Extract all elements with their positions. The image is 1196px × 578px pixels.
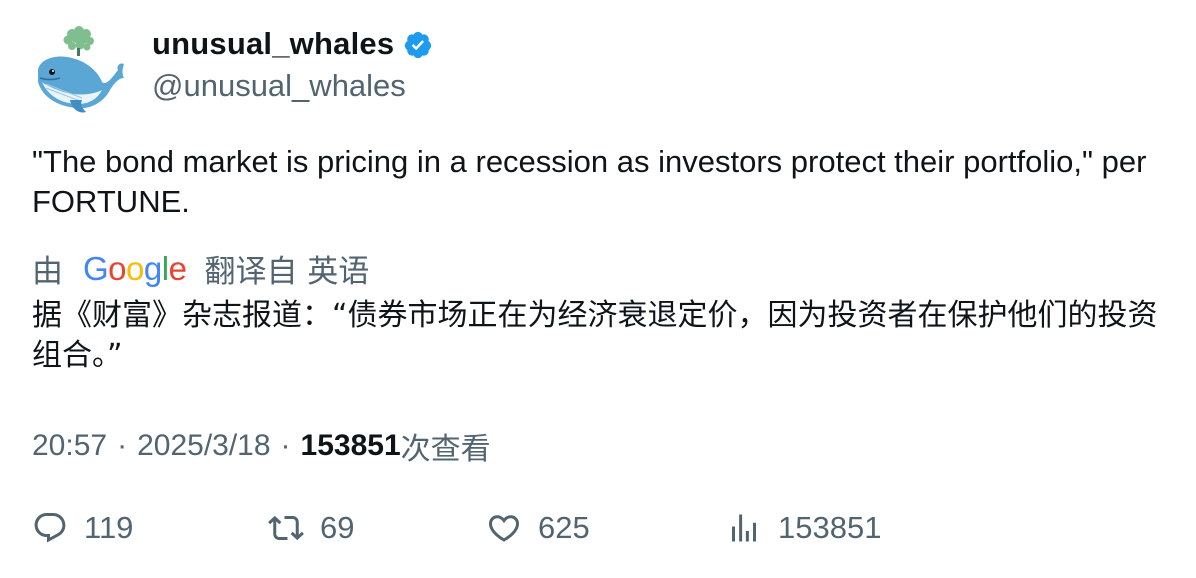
retweet-button[interactable]: 69: [268, 510, 354, 546]
like-button[interactable]: 625: [486, 510, 590, 546]
translation-suffix: 翻译自 英语: [204, 254, 370, 290]
like-count: 625: [538, 510, 590, 545]
views-count: 153851: [300, 429, 401, 462]
tweet-header: unusual_whales @unusual_whales: [32, 24, 433, 120]
author-names: unusual_whales @unusual_whales: [152, 26, 433, 104]
action-bar: 119 69 625 153851: [32, 510, 1172, 554]
retweet-icon: [268, 515, 304, 541]
google-logo: Google: [83, 249, 187, 287]
author-handle[interactable]: @unusual_whales: [152, 68, 433, 104]
verified-badge-icon: [405, 31, 432, 59]
tweet-time[interactable]: 20:57: [32, 429, 107, 463]
retweet-count: 69: [320, 510, 355, 545]
views-icon: [732, 514, 756, 542]
tweet-date[interactable]: 2025/3/18: [137, 429, 270, 463]
reply-button[interactable]: 119: [32, 510, 133, 546]
reply-icon: [34, 513, 66, 543]
meta-separator: ·: [117, 429, 128, 462]
display-name-row: unusual_whales: [152, 26, 433, 62]
views-action-count: 153851: [778, 510, 882, 545]
views-button[interactable]: 153851: [726, 510, 881, 546]
tweet-text: "The bond market is pricing in a recessi…: [32, 144, 1147, 219]
translation-prefix: 由: [32, 254, 63, 290]
display-name[interactable]: unusual_whales: [152, 26, 394, 62]
like-icon: [488, 515, 520, 542]
meta-separator: ·: [280, 429, 291, 462]
views-label: 次查看: [400, 432, 491, 467]
translation-attribution[interactable]: 由 Google 翻译自 英语: [32, 246, 369, 291]
reply-count: 119: [84, 510, 134, 545]
tweet-meta: 20:57 · 2025/3/18 · 153851 次查看: [32, 424, 491, 468]
whale-avatar-icon[interactable]: [32, 24, 128, 120]
translated-text: 据《财富》杂志报道：“债券市场正在为经济衰退定价，因为投资者在保护他们的投资组合…: [32, 298, 1158, 373]
